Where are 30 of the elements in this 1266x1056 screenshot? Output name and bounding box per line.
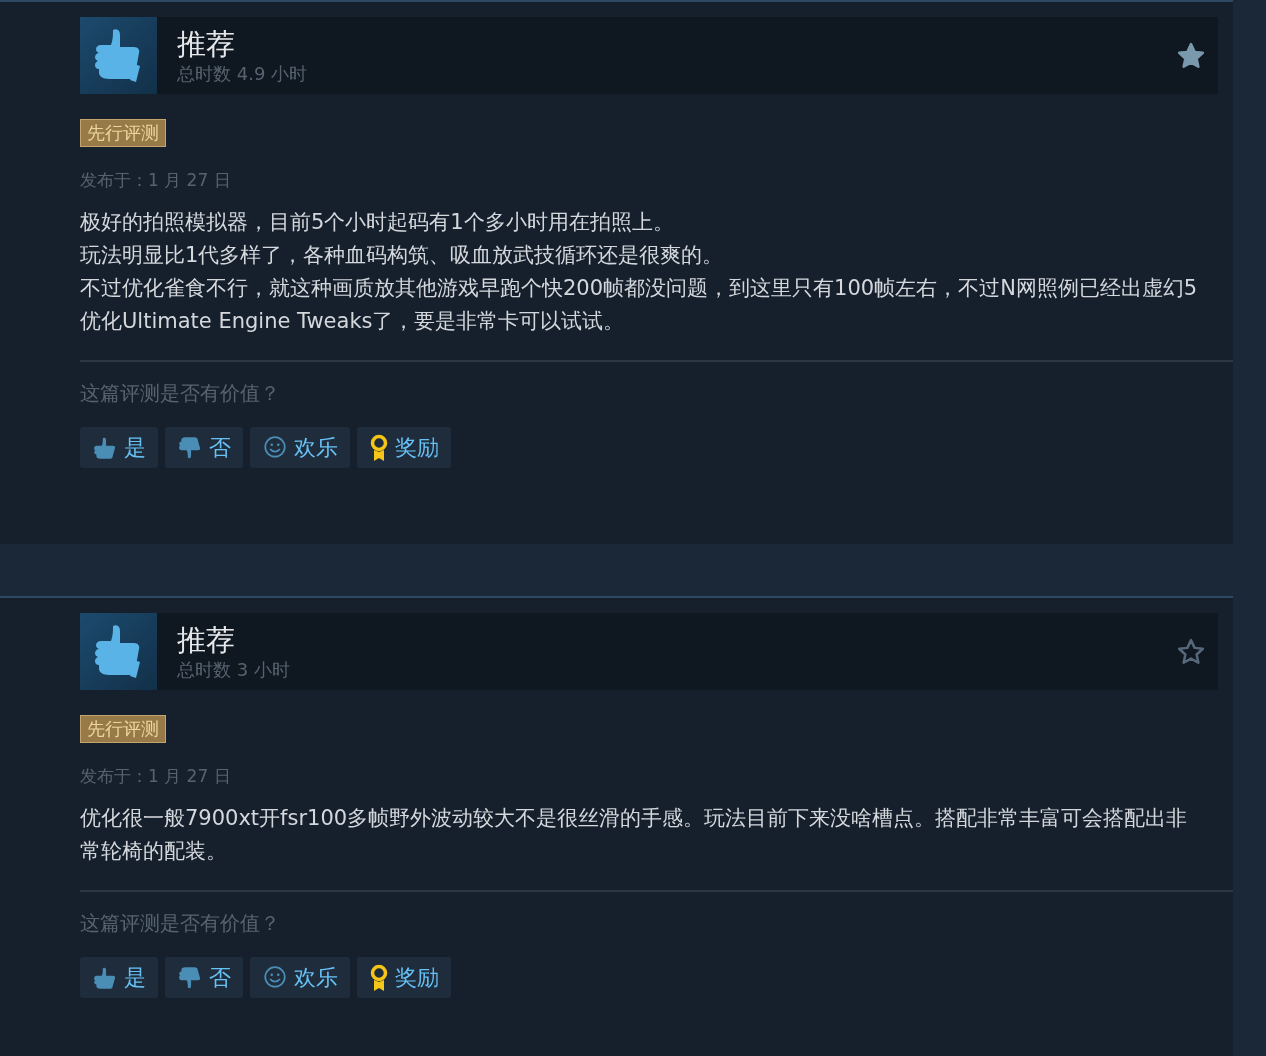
no-button[interactable]: 否 [165,957,243,998]
thumbs-down-icon [177,964,203,991]
helpful-question: 这篇评测是否有价值？ [80,910,280,937]
review-text: 不过优化雀食不行，就这种画质放其他游戏早跑个快200帧都没问题，到这里只有100帧左右，不过N网照例已经出虚幻5优化Ultimate Engine Tweaks了，要是非常卡可以试试。 [80,275,1199,335]
yes-button[interactable]: 是 [80,957,158,998]
playtime: 总时数 3 小时 [177,657,291,682]
review-verdict: 推荐 [177,621,236,658]
review-verdict: 推荐 [177,25,236,62]
thumbs-up-icon [80,613,157,690]
posted-date: 发布于：1 月 27 日 [80,169,231,192]
funny-button[interactable]: 欢乐 [250,427,350,468]
award-ribbon-icon [369,433,389,462]
no-button[interactable]: 否 [165,427,243,468]
early-access-badge: 先行评测 [80,119,166,147]
star-icon[interactable] [1176,636,1206,667]
thumbs-up-icon [80,17,157,94]
funny-button[interactable]: 欢乐 [250,957,350,998]
posted-date: 发布于：1 月 27 日 [80,765,231,788]
thumbs-down-icon [177,434,203,461]
review-text: 优化很一般7900xt开fsr100多帧野外波动较大不是很丝滑的手感。玩法目前下来没啥槽点。搭配非常丰富可会搭配出非常轮椅的配装。 [80,805,1189,865]
award-button[interactable]: 奖励 [357,957,451,998]
review-text: 极好的拍照模拟器，目前5个小时起码有1个多小时用在拍照上。 [80,209,675,236]
award-ribbon-icon [369,963,389,992]
playtime: 总时数 4.9 小时 [177,61,309,86]
early-access-badge: 先行评测 [80,715,166,743]
yes-button[interactable]: 是 [80,427,158,468]
helpful-question: 这篇评测是否有价值？ [80,380,280,407]
star-icon[interactable] [1176,40,1206,71]
review-text: 玩法明显比1代多样了，各种血码构筑、吸血放武技循环还是很爽的。 [80,242,725,269]
award-button[interactable]: 奖励 [357,427,451,468]
